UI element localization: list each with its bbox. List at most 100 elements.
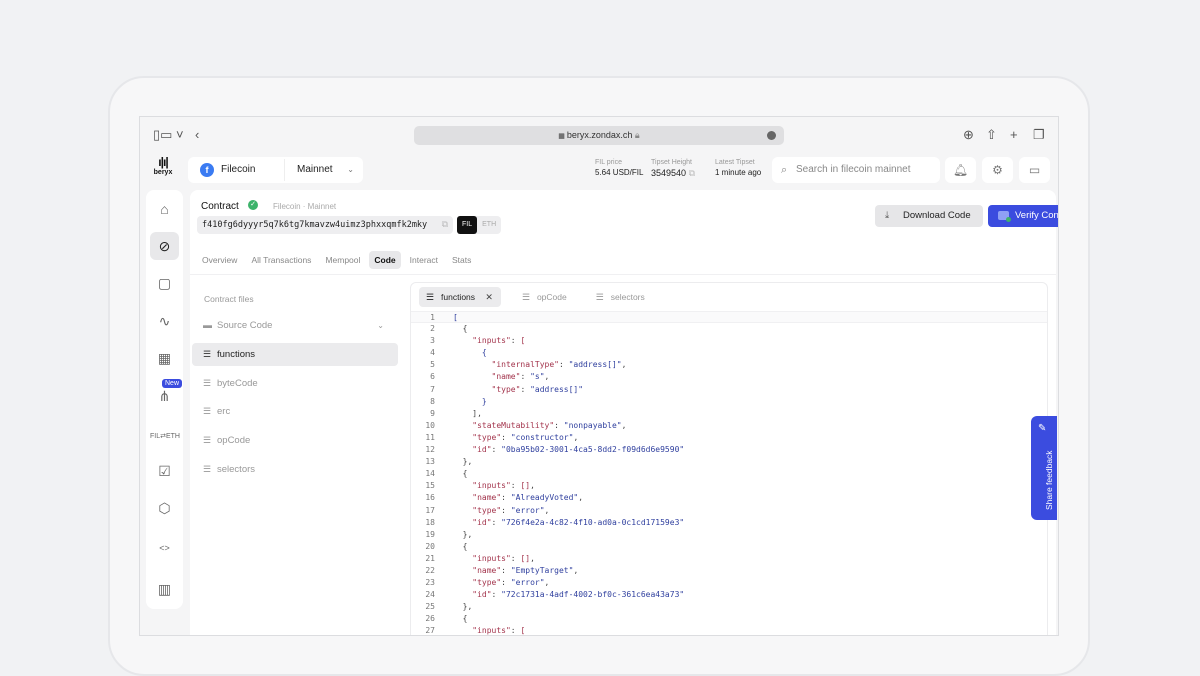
file-lines-icon: ☰ xyxy=(203,378,212,388)
copy-icon[interactable]: ⧉ xyxy=(442,216,448,234)
download-icon: ⤓ xyxy=(885,210,890,221)
gear-icon: ⚙ xyxy=(992,163,1003,177)
download-label: Download Code xyxy=(903,210,971,221)
line-text: "id": "72c1731a-4adf-4002-bf0c-361c6ea43… xyxy=(472,590,685,600)
browser-toolbar: ▯▭ ˅ ‹ ▦ beryx.zondax.ch 🔒︎ ⊕ ⇧ + ❐ xyxy=(140,117,1058,153)
code-line: 17 "type": "error", xyxy=(411,505,1047,517)
tab-code[interactable]: Code xyxy=(369,251,401,269)
file-item-opcode[interactable]: ☰ opCode xyxy=(192,429,398,452)
nav-home[interactable]: ⌂ xyxy=(150,195,179,223)
address-text: f410fg6dyyyr5q7k6tg7kmavzw4uimz3phxxqmfk… xyxy=(202,220,428,230)
nav-docs[interactable]: ▥ xyxy=(150,575,179,603)
logo-mark-icon: ı|ı| xyxy=(158,155,168,169)
line-number: 11 xyxy=(425,432,435,442)
verify-contract-button[interactable]: Verify Contract xyxy=(988,205,1059,227)
new-tab-icon[interactable]: + xyxy=(1010,127,1018,142)
nav-explore[interactable]: ⊘ xyxy=(150,232,179,260)
tab-overview[interactable]: Overview xyxy=(197,251,242,269)
nav-code[interactable]: <> xyxy=(150,532,179,560)
format-eth[interactable]: ETH xyxy=(477,216,501,234)
tabs-overview-icon[interactable]: ❐ xyxy=(1033,127,1045,143)
line-text: "inputs": [ xyxy=(472,626,526,636)
file-lines-icon: ☰ xyxy=(203,406,212,416)
verify-label: Verify Contract xyxy=(1015,210,1059,221)
nav-fil-eth[interactable]: FIL⇄ETH xyxy=(150,419,180,447)
line-number: 18 xyxy=(425,517,435,527)
sidebar-toggle-icon[interactable]: ▯▭ ˅ xyxy=(153,127,184,143)
file-lines-icon: ☰ xyxy=(203,435,212,445)
nav-calendar[interactable]: ▦ xyxy=(150,344,179,372)
nav-blocks[interactable]: ⬡ xyxy=(150,494,179,522)
share-icon[interactable]: ⇧ xyxy=(986,127,997,143)
chevron-down-icon: ⌄ xyxy=(377,321,384,330)
line-number: 19 xyxy=(425,529,435,539)
address-bar[interactable]: ▦ beryx.zondax.ch 🔒︎ xyxy=(414,126,784,145)
code-line: 6 "name": "s", xyxy=(411,371,1047,383)
download-icon[interactable]: ⊕ xyxy=(963,127,974,143)
tab-all-transactions[interactable]: All Transactions xyxy=(246,251,316,269)
wallet-button[interactable]: ▭ xyxy=(1019,157,1050,183)
back-icon[interactable]: ‹ xyxy=(195,127,199,142)
copy-icon[interactable]: ⧉ xyxy=(689,168,695,178)
download-code-button[interactable]: ⤓ Download Code xyxy=(875,205,983,227)
file-item-functions[interactable]: ☰ functions xyxy=(192,343,398,366)
line-text: "name": "AlreadyVoted", xyxy=(472,493,584,503)
code-line: 20 { xyxy=(411,541,1047,553)
tab-mempool[interactable]: Mempool xyxy=(320,251,365,269)
editor-tab-functions[interactable]: ☰ functions ✕ xyxy=(419,287,501,307)
tipset-height-value: 3549540 xyxy=(651,168,687,178)
code-line: 2 { xyxy=(411,323,1047,335)
stat-label: Latest Tipset xyxy=(715,159,755,166)
notifications-button[interactable]: 🔔︎ xyxy=(945,157,976,183)
contract-tabs: Overview All Transactions Mempool Code I… xyxy=(197,251,476,269)
stat-value: 5.64 USD/FIL xyxy=(595,168,644,177)
code-editor: ☰ functions ✕ ☰ opCode ☰ selectors 1[2 {… xyxy=(410,282,1048,636)
editor-tab-label: functions xyxy=(441,292,476,302)
line-number: 10 xyxy=(425,420,435,430)
line-text: "type": "error", xyxy=(472,578,550,588)
file-label: opCode xyxy=(217,435,251,446)
more-icon[interactable] xyxy=(767,131,776,140)
editor-tab-opcode[interactable]: ☰ opCode xyxy=(515,287,575,307)
tab-interact[interactable]: Interact xyxy=(405,251,443,269)
format-fil[interactable]: FIL xyxy=(457,216,478,234)
cube-icon: ⬡ xyxy=(158,500,171,516)
contract-address: f410fg6dyyyr5q7k6tg7kmavzw4uimz3phxxqmfk… xyxy=(197,216,453,234)
file-item-selectors[interactable]: ☰ selectors xyxy=(192,458,398,481)
line-number: 22 xyxy=(425,565,435,575)
stat-latest-tipset: Latest Tipset 1 minute ago xyxy=(715,159,761,177)
filecoin-icon: f xyxy=(200,163,214,177)
line-text: "id": "726f4e2a-4c82-4f10-ad0a-0c1cd1715… xyxy=(472,517,685,527)
chain-label[interactable]: Filecoin xyxy=(221,164,255,175)
beryx-logo[interactable]: ı|ı| beryx xyxy=(148,155,178,176)
new-badge: New xyxy=(162,379,183,388)
nav-contracts[interactable]: ▢ xyxy=(150,269,179,297)
code-line: 10 "stateMutability": "nonpayable", xyxy=(411,420,1047,432)
line-number: 8 xyxy=(430,396,435,406)
home-icon: ⌂ xyxy=(160,201,169,217)
wallet-icon: ▭ xyxy=(1028,163,1041,177)
settings-button[interactable]: ⚙ xyxy=(982,157,1013,183)
verify-icon xyxy=(998,211,1011,222)
file-item-erc[interactable]: ☰ erc xyxy=(192,400,398,423)
share-feedback-button[interactable]: ✎ Share feedback xyxy=(1031,416,1057,520)
file-lines-icon: ☰ xyxy=(203,464,212,474)
nav-tasks[interactable]: ☑ xyxy=(150,457,179,485)
editor-tab-selectors[interactable]: ☰ selectors xyxy=(589,287,653,307)
line-number: 26 xyxy=(425,614,435,624)
search-input[interactable]: ⌕ Search in filecoin mainnet xyxy=(772,157,940,183)
network-dropdown[interactable]: Mainnet ⌄ xyxy=(284,159,362,181)
line-text: "stateMutability": "nonpayable", xyxy=(472,420,627,430)
folder-source-code[interactable]: ▬ Source Code ⌄ xyxy=(192,314,398,337)
close-icon[interactable]: ✕ xyxy=(485,292,493,302)
code-line: 15 "inputs": [], xyxy=(411,480,1047,492)
file-item-bytecode[interactable]: ☰ byteCode xyxy=(192,372,398,395)
tab-stats[interactable]: Stats xyxy=(447,251,476,269)
code-line: 13 }, xyxy=(411,456,1047,468)
code-content[interactable]: 1[2 {3 "inputs": [4 {5 "internalType": "… xyxy=(411,311,1047,636)
line-number: 7 xyxy=(430,384,435,394)
nav-activity[interactable]: ∿ xyxy=(150,307,179,335)
calendar-icon: ▦ xyxy=(157,350,172,366)
stat-value: 1 minute ago xyxy=(715,168,762,177)
line-text: "name": "s", xyxy=(491,372,550,382)
